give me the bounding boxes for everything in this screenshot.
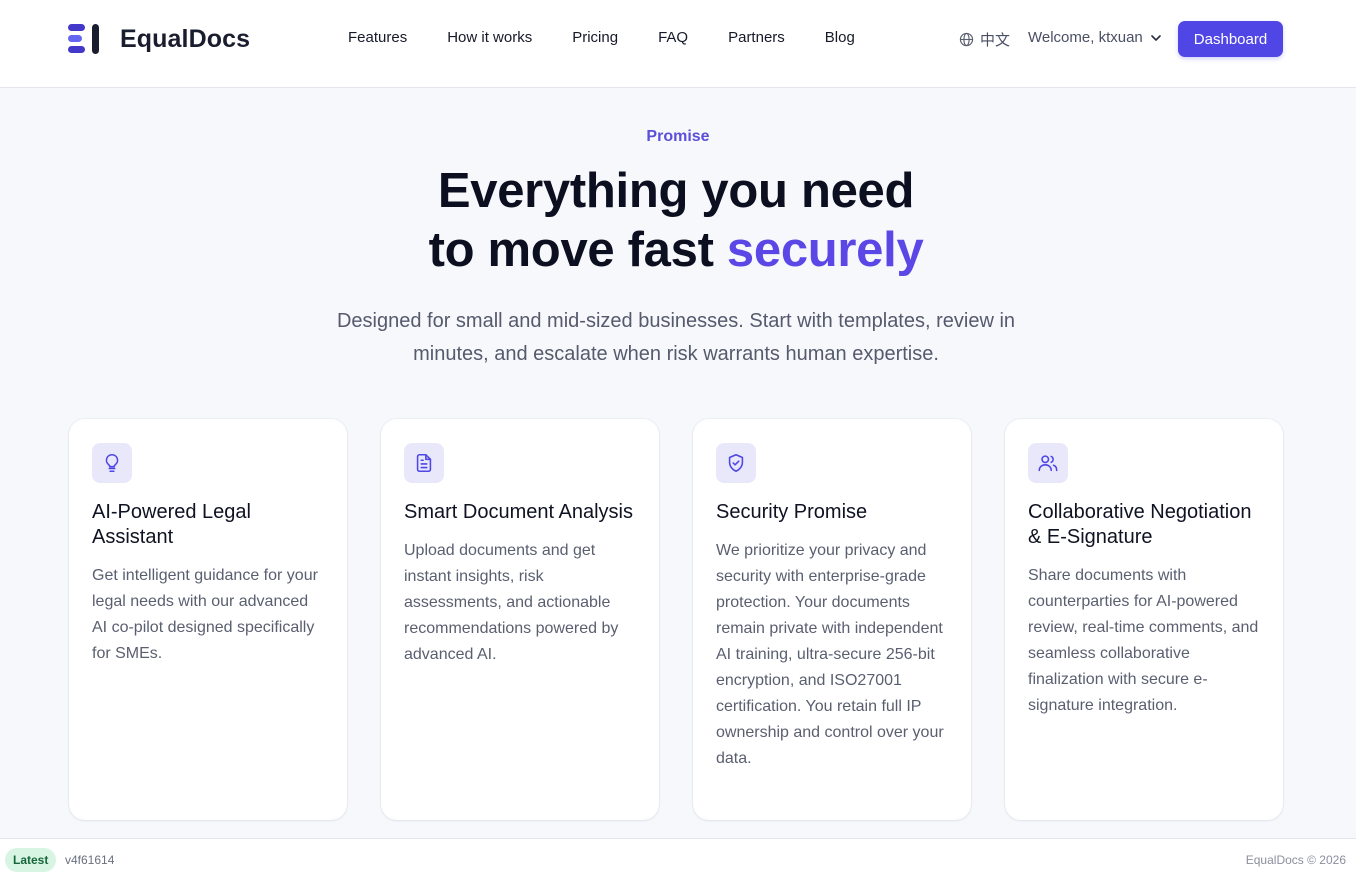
nav-pricing[interactable]: Pricing — [572, 29, 618, 46]
headline-line-1: Everything you need — [437, 164, 915, 218]
user-menu[interactable]: Welcome, ktxuan — [1028, 29, 1163, 46]
brand-name: EqualDocs — [120, 24, 251, 53]
hero-headline: Everything you need to move fast securel… — [0, 162, 1352, 280]
subtitle-line-2: minutes, and escalate when risk warrants… — [413, 343, 939, 365]
card-description: Get intelligent guidance for your legal … — [92, 567, 318, 662]
hero-subtitle: Designed for small and mid-sized busines… — [0, 305, 1352, 371]
copyright-text: EqualDocs © 2026 — [1245, 853, 1346, 867]
headline-accent: securely — [726, 223, 924, 277]
language-label: 中文 — [980, 32, 1011, 49]
globe-icon — [959, 32, 974, 47]
brand-logo[interactable]: EqualDocs — [67, 21, 250, 57]
section-eyebrow: Promise — [646, 128, 710, 145]
version-label: v4f61614 — [65, 853, 115, 867]
dashboard-button[interactable]: Dashboard — [1178, 21, 1283, 57]
nav-blog[interactable]: Blog — [825, 29, 855, 46]
card-icon-wrap — [404, 443, 444, 483]
users-icon — [1038, 455, 1058, 472]
card-title: Collaborative Negotiation & E-Signature — [1028, 501, 1252, 548]
welcome-text: Welcome, ktxuan — [1028, 29, 1143, 46]
shield-check-icon — [728, 453, 744, 473]
headline-line-2-prefix: to move fast — [428, 223, 727, 277]
feature-card-ai-assistant: AI-Powered Legal Assistant Get intellige… — [69, 419, 347, 820]
card-title: AI-Powered Legal Assistant — [92, 501, 251, 548]
feature-cards: AI-Powered Legal Assistant Get intellige… — [69, 419, 1283, 820]
card-icon-wrap — [716, 443, 756, 483]
main-nav: Features How it works Pricing FAQ Partne… — [348, 29, 895, 46]
nav-how-it-works[interactable]: How it works — [447, 29, 532, 46]
equaldocs-logo-icon — [68, 24, 99, 54]
status-badge: Latest — [5, 848, 57, 872]
card-description: Share documents with counterparties for … — [1028, 567, 1259, 714]
card-title: Security Promise — [716, 501, 868, 523]
feature-card-security: Security Promise We prioritize your priv… — [693, 419, 971, 820]
nav-partners[interactable]: Partners — [728, 29, 785, 46]
card-icon-wrap — [1028, 443, 1068, 483]
card-title: Smart Document Analysis — [404, 501, 633, 523]
card-icon-wrap — [92, 443, 132, 483]
document-icon — [416, 453, 432, 473]
feature-card-document-analysis: Smart Document Analysis Upload documents… — [381, 419, 659, 820]
chevron-down-icon — [1150, 34, 1161, 41]
feature-card-collaboration: Collaborative Negotiation & E-Signature … — [1005, 419, 1283, 820]
site-header: EqualDocs Features How it works Pricing … — [0, 0, 1356, 88]
language-switcher[interactable]: 中文 — [959, 29, 1010, 50]
card-description: We prioritize your privacy and security … — [716, 542, 944, 767]
lightbulb-icon — [105, 453, 119, 473]
nav-features[interactable]: Features — [348, 29, 407, 46]
card-description: Upload documents and get instant insight… — [404, 542, 619, 663]
status-footer: Latest v4f61614 EqualDocs © 2026 — [0, 838, 1356, 875]
subtitle-line-1: Designed for small and mid-sized busines… — [336, 310, 1016, 332]
nav-faq[interactable]: FAQ — [658, 29, 688, 46]
